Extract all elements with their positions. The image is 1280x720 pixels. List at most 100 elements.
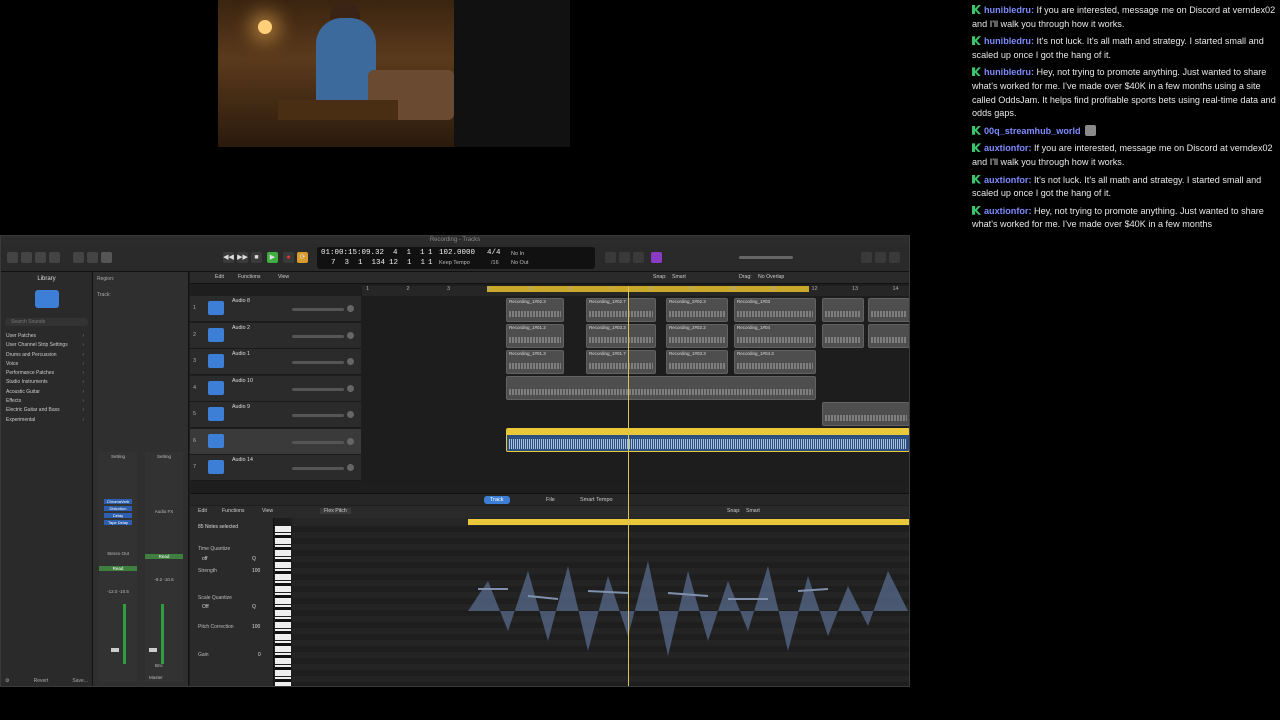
pan-knob[interactable] bbox=[347, 331, 354, 339]
audio-region[interactable]: Recording_1#04.3 bbox=[734, 350, 816, 374]
tab-smart-tempo[interactable]: Smart Tempo bbox=[574, 496, 619, 504]
pan-knob[interactable] bbox=[347, 437, 354, 445]
functions-menu[interactable]: Functions bbox=[222, 508, 245, 514]
track-volume-slider[interactable] bbox=[292, 334, 344, 338]
scale-quantize-select[interactable]: Off bbox=[202, 604, 209, 610]
audio-region[interactable]: Recording_2#02.2 bbox=[666, 324, 728, 348]
chat-username[interactable]: hunibledru: bbox=[984, 5, 1034, 15]
library-item[interactable]: Experimental bbox=[1, 416, 92, 426]
audio-region[interactable]: Recording_1#01.3 bbox=[506, 350, 564, 374]
lcd-display[interactable]: 01:00:15:09.32 7 3 1 134 4 1 1 12 1 1 1 … bbox=[317, 247, 595, 269]
functions-menu[interactable]: Functions bbox=[238, 274, 261, 280]
track-name[interactable]: Audio 1 bbox=[232, 351, 250, 357]
automation-mode[interactable]: Read bbox=[145, 554, 183, 559]
settings-gear-icon[interactable]: ⚙ bbox=[5, 678, 9, 684]
track-volume-slider[interactable] bbox=[292, 440, 344, 444]
inspector-toggle-icon[interactable] bbox=[21, 252, 32, 263]
track-name[interactable]: Audio 14 bbox=[232, 457, 253, 463]
audio-region[interactable] bbox=[822, 324, 864, 348]
audio-region[interactable]: Recording_1#01.2 bbox=[506, 324, 564, 348]
snap-select[interactable]: Smart bbox=[672, 274, 686, 280]
volume-fader[interactable] bbox=[111, 648, 119, 652]
region-inspector-toggle[interactable]: Region: bbox=[97, 276, 114, 282]
count-in-icon[interactable] bbox=[619, 252, 630, 263]
audio-region[interactable] bbox=[868, 324, 909, 348]
library-item[interactable]: Studio Instruments bbox=[1, 378, 92, 388]
track-header[interactable]: 6 bbox=[190, 428, 361, 455]
flex-mode-select[interactable]: Flex Pitch bbox=[320, 508, 351, 514]
time-quantize-select[interactable]: off bbox=[202, 556, 207, 562]
cycle-icon[interactable]: ⟳ bbox=[297, 252, 308, 263]
plugin-slot[interactable]: ChromaVerb bbox=[104, 499, 132, 504]
audio-region[interactable]: Recording_1#02.7 bbox=[586, 298, 656, 322]
notepad-icon[interactable] bbox=[875, 252, 886, 263]
metronome-icon[interactable] bbox=[633, 252, 644, 263]
view-menu[interactable]: View bbox=[278, 274, 289, 280]
piano-keyboard[interactable] bbox=[275, 526, 291, 686]
track-name[interactable]: Audio 10 bbox=[232, 378, 253, 384]
audio-region[interactable] bbox=[506, 376, 816, 400]
tab-file[interactable]: File bbox=[540, 496, 561, 504]
track-header[interactable]: 7 Audio 14 bbox=[190, 455, 361, 481]
track-header[interactable]: 4 Audio 10 bbox=[190, 375, 361, 402]
library-item[interactable]: Electric Guitar and Bass bbox=[1, 406, 92, 416]
track-header[interactable]: 1 Audio 8 bbox=[190, 296, 361, 322]
chat-username[interactable]: hunibledru: bbox=[984, 67, 1034, 77]
list-editor-icon[interactable] bbox=[861, 252, 872, 263]
record-icon[interactable]: ● bbox=[283, 252, 294, 263]
chat-username[interactable]: auxtionfor: bbox=[984, 143, 1032, 153]
library-item[interactable]: Acoustic Guitar bbox=[1, 388, 92, 398]
quantize-button[interactable]: Q bbox=[252, 604, 256, 610]
strength-value[interactable]: 100 bbox=[252, 568, 260, 574]
bounce-button[interactable]: Bnc bbox=[155, 663, 163, 668]
plugin-slot[interactable]: Tape Delay bbox=[104, 520, 132, 525]
library-search[interactable]: Search Sounds bbox=[5, 318, 88, 326]
audio-region[interactable]: Recording_1#03 bbox=[734, 298, 816, 322]
pitch-correction-value[interactable]: 100 bbox=[252, 624, 260, 630]
quantize-button[interactable]: Q bbox=[252, 556, 256, 562]
pan-knob[interactable] bbox=[347, 411, 354, 418]
revert-button[interactable]: Revert bbox=[34, 678, 49, 684]
track-volume-slider[interactable] bbox=[292, 414, 344, 417]
track-header[interactable]: 5 Audio 9 bbox=[190, 402, 361, 428]
library-item[interactable]: Effects bbox=[1, 397, 92, 407]
track-volume-slider[interactable] bbox=[292, 387, 344, 391]
toolbar-toggle-icon[interactable] bbox=[49, 252, 60, 263]
audio-region[interactable]: Recording_2#02.3 bbox=[666, 298, 728, 322]
track-name[interactable]: Audio 9 bbox=[232, 404, 250, 410]
library-item[interactable]: Performance Patches bbox=[1, 369, 92, 379]
audio-region[interactable]: Recording_1#01.7 bbox=[586, 350, 656, 374]
forward-icon[interactable]: ▶▶ bbox=[237, 252, 248, 263]
snap-select[interactable]: Smart bbox=[746, 508, 760, 514]
library-item[interactable]: User Patches bbox=[1, 332, 92, 342]
setting-button[interactable]: Setting bbox=[99, 454, 137, 459]
browser-icon[interactable] bbox=[889, 252, 900, 263]
cycle-range[interactable] bbox=[487, 286, 809, 292]
edit-menu[interactable]: Edit bbox=[215, 274, 224, 280]
library-item[interactable]: Voice bbox=[1, 360, 92, 370]
save-button[interactable]: Save... bbox=[72, 678, 88, 684]
chat-username[interactable]: auxtionfor: bbox=[984, 175, 1032, 185]
audio-region[interactable] bbox=[822, 402, 909, 426]
audio-region[interactable] bbox=[822, 298, 864, 322]
solo-icon[interactable] bbox=[651, 252, 662, 263]
smart-controls-icon[interactable] bbox=[73, 252, 84, 263]
mixer-icon[interactable] bbox=[87, 252, 98, 263]
pan-knob[interactable] bbox=[347, 464, 354, 471]
audio-region[interactable]: Recording_1#03.3 bbox=[666, 350, 728, 374]
plugin-slot[interactable]: Distortion bbox=[104, 506, 132, 511]
master-volume-slider[interactable] bbox=[739, 256, 793, 259]
track-volume-slider[interactable] bbox=[292, 467, 344, 470]
rewind-icon[interactable]: ◀◀ bbox=[223, 252, 234, 263]
audio-region[interactable]: Recording_1#03.3 bbox=[586, 324, 656, 348]
selected-audio-region[interactable] bbox=[506, 428, 909, 452]
quick-help-icon[interactable] bbox=[35, 252, 46, 263]
audio-region[interactable]: Recording_1#02.3 bbox=[506, 298, 564, 322]
automation-mode[interactable]: Read bbox=[99, 566, 137, 571]
pan-knob[interactable] bbox=[347, 305, 354, 312]
pan-knob[interactable] bbox=[347, 358, 354, 365]
pan-knob[interactable] bbox=[347, 384, 354, 392]
editor-ruler[interactable] bbox=[292, 518, 909, 526]
plugin-slot[interactable]: Delay bbox=[104, 513, 132, 518]
gain-value[interactable]: 0 bbox=[258, 652, 261, 658]
